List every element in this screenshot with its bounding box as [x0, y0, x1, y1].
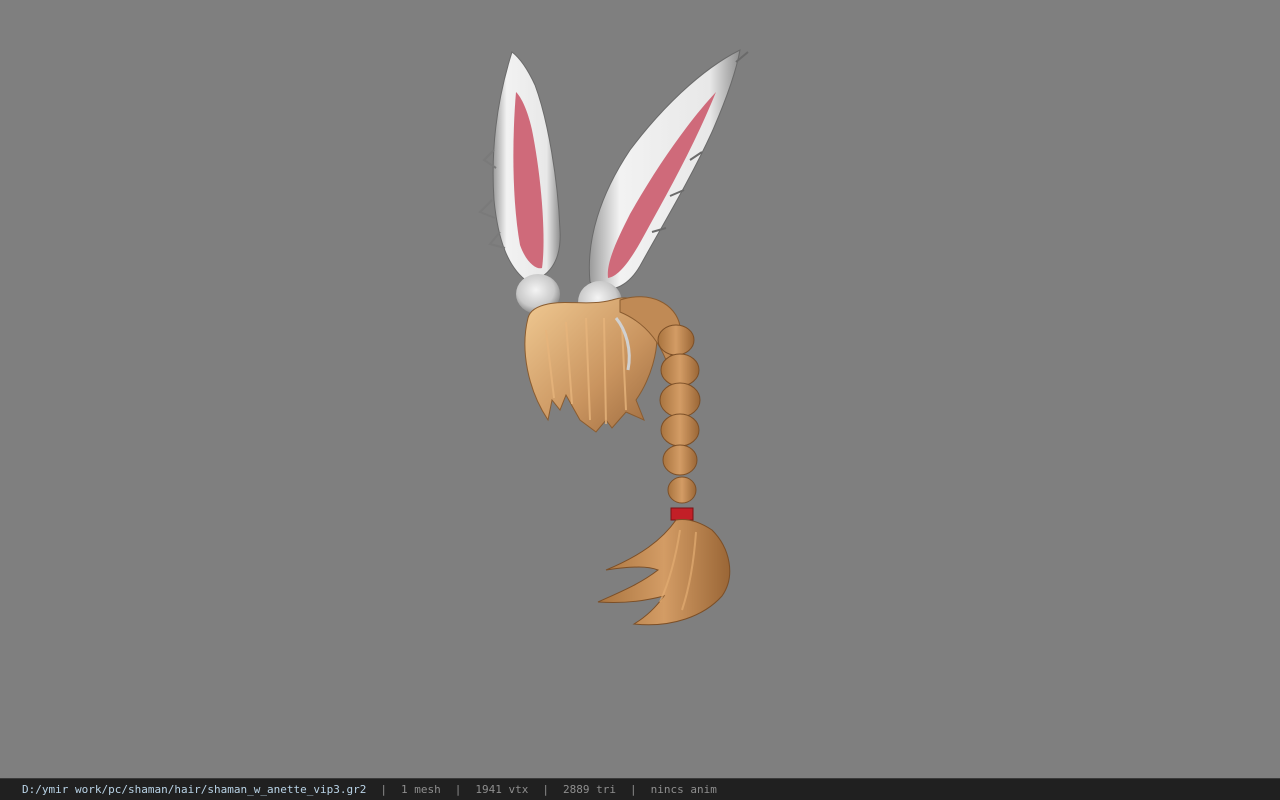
triangle-count: 2889 tri — [562, 783, 616, 796]
hair-model-render — [478, 49, 749, 626]
hair-braid — [657, 324, 701, 504]
hair-cap — [524, 296, 681, 433]
braid-tie — [670, 507, 694, 521]
mesh-count: 1 mesh — [401, 783, 441, 796]
status-bar: D:/ymir work/pc/shaman/hair/shaman_w_ane… — [0, 778, 1280, 800]
file-path: D:/ymir work/pc/shaman/hair/shaman_w_ane… — [22, 783, 367, 796]
braid-tassel — [597, 519, 731, 626]
left-ear — [478, 51, 561, 283]
animation-status: nincs anim — [650, 783, 717, 796]
vertex-count: 1941 vtx — [475, 783, 529, 796]
right-ear — [588, 49, 749, 290]
separator: | — [542, 783, 549, 796]
separator: | — [454, 783, 462, 796]
separator: | — [380, 783, 387, 796]
separator: | — [629, 783, 637, 796]
3d-viewport[interactable] — [0, 0, 1280, 778]
